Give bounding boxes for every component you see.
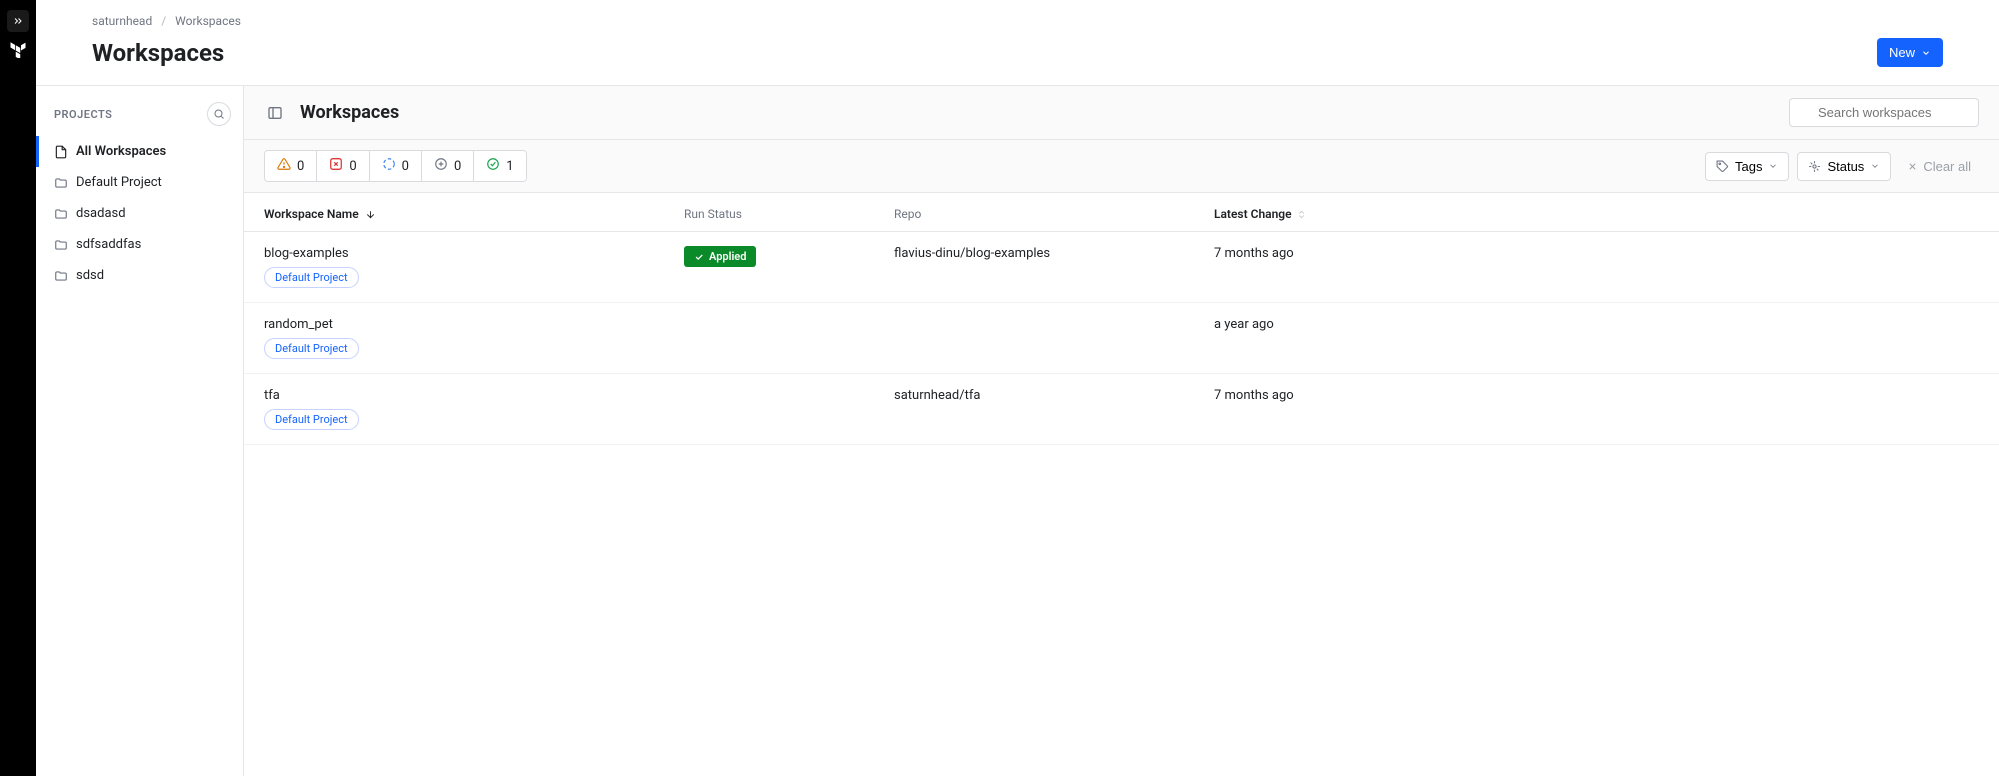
new-button[interactable]: New [1877, 38, 1943, 67]
terraform-logo-icon [7, 38, 29, 60]
warning-icon [277, 157, 291, 175]
project-tag[interactable]: Default Project [264, 267, 359, 288]
workspace-name: random_pet [264, 317, 359, 332]
chevron-right-double-icon [12, 15, 24, 27]
search-icon [213, 108, 225, 120]
sidebar-item-label: sdfsaddfas [76, 237, 141, 252]
col-header-change[interactable]: Latest Change [1214, 207, 1979, 221]
repo-text: flavius-dinu/blog-examples [894, 246, 1050, 261]
sidebar-item-label: Default Project [76, 175, 162, 190]
sidebar-item-label: dsadasd [76, 206, 126, 221]
sidebar-item-sdfsaddfas[interactable]: sdfsaddfas [36, 229, 243, 260]
clear-all-button[interactable]: Clear all [1899, 153, 1979, 180]
workspace-name: blog-examples [264, 246, 359, 261]
change-text: 7 months ago [1214, 388, 1294, 403]
running-icon [382, 157, 396, 175]
sidebar-item-label: All Workspaces [76, 144, 166, 159]
table-row[interactable]: tfa Default Project saturnhead/tfa 7 months… [244, 374, 1999, 445]
tags-filter-button[interactable]: Tags [1705, 152, 1789, 181]
sort-icon [1296, 209, 1307, 220]
status-filter-group: 00001 [264, 150, 527, 182]
table-row[interactable]: random_pet Default Project a year ago [244, 303, 1999, 374]
expand-nav-button[interactable] [7, 10, 29, 32]
status-badge: Applied [684, 246, 756, 267]
tag-icon [1716, 160, 1729, 173]
change-text: a year ago [1214, 317, 1274, 332]
close-icon [1907, 161, 1918, 172]
breadcrumb-org[interactable]: saturnhead [92, 14, 152, 28]
col-header-status[interactable]: Run Status [684, 207, 894, 221]
col-header-repo[interactable]: Repo [894, 207, 1214, 221]
breadcrumb-page: Workspaces [175, 14, 241, 28]
table-header: Workspace Name Run Status Repo Latest Ch… [244, 193, 1999, 232]
pending-icon [434, 157, 448, 175]
sidebar-item-all-workspaces[interactable]: All Workspaces [36, 136, 243, 167]
collapse-sidebar-button[interactable] [264, 102, 286, 124]
panel-title: Workspaces [300, 102, 399, 123]
sort-down-icon [365, 209, 376, 220]
applied-icon [486, 157, 500, 175]
search-projects-button[interactable] [207, 102, 231, 126]
folder-icon [54, 269, 68, 283]
col-header-name[interactable]: Workspace Name [264, 207, 684, 221]
folder-icon [54, 176, 68, 190]
change-text: 7 months ago [1214, 246, 1294, 261]
status-filter-error[interactable]: 0 [317, 151, 369, 181]
breadcrumb-separator: / [161, 14, 166, 28]
page-title: Workspaces [92, 39, 224, 67]
status-filter-button[interactable]: Status [1797, 152, 1891, 181]
workspace-name: tfa [264, 388, 359, 403]
nav-rail [0, 0, 36, 776]
status-filter-pending[interactable]: 0 [422, 151, 474, 181]
status-filter-running[interactable]: 0 [370, 151, 422, 181]
project-tag[interactable]: Default Project [264, 338, 359, 359]
repo-text: saturnhead/tfa [894, 388, 980, 403]
sidebar-item-default-project[interactable]: Default Project [36, 167, 243, 198]
table-row[interactable]: blog-examples Default Project Applied flavi… [244, 232, 1999, 303]
breadcrumb: saturnhead / Workspaces [36, 0, 1999, 28]
check-icon [694, 252, 704, 262]
chevron-down-icon [1921, 48, 1931, 58]
chevron-down-icon [1870, 161, 1880, 171]
sidebar-collapse-icon [267, 105, 283, 121]
filter-icon [1808, 160, 1821, 173]
document-icon [54, 145, 68, 159]
error-icon [329, 157, 343, 175]
sidebar-title: PROJECTS [54, 108, 112, 121]
status-filter-applied[interactable]: 1 [474, 151, 525, 181]
new-button-label: New [1889, 45, 1915, 60]
sidebar-item-label: sdsd [76, 268, 104, 283]
folder-icon [54, 207, 68, 221]
status-filter-warning[interactable]: 0 [265, 151, 317, 181]
project-tag[interactable]: Default Project [264, 409, 359, 430]
search-workspaces-input[interactable] [1789, 98, 1979, 127]
projects-sidebar: PROJECTS All Workspaces Default Project ds… [36, 86, 244, 776]
sidebar-item-sdsd[interactable]: sdsd [36, 260, 243, 291]
folder-icon [54, 238, 68, 252]
chevron-down-icon [1768, 161, 1778, 171]
sidebar-item-dsadasd[interactable]: dsadasd [36, 198, 243, 229]
